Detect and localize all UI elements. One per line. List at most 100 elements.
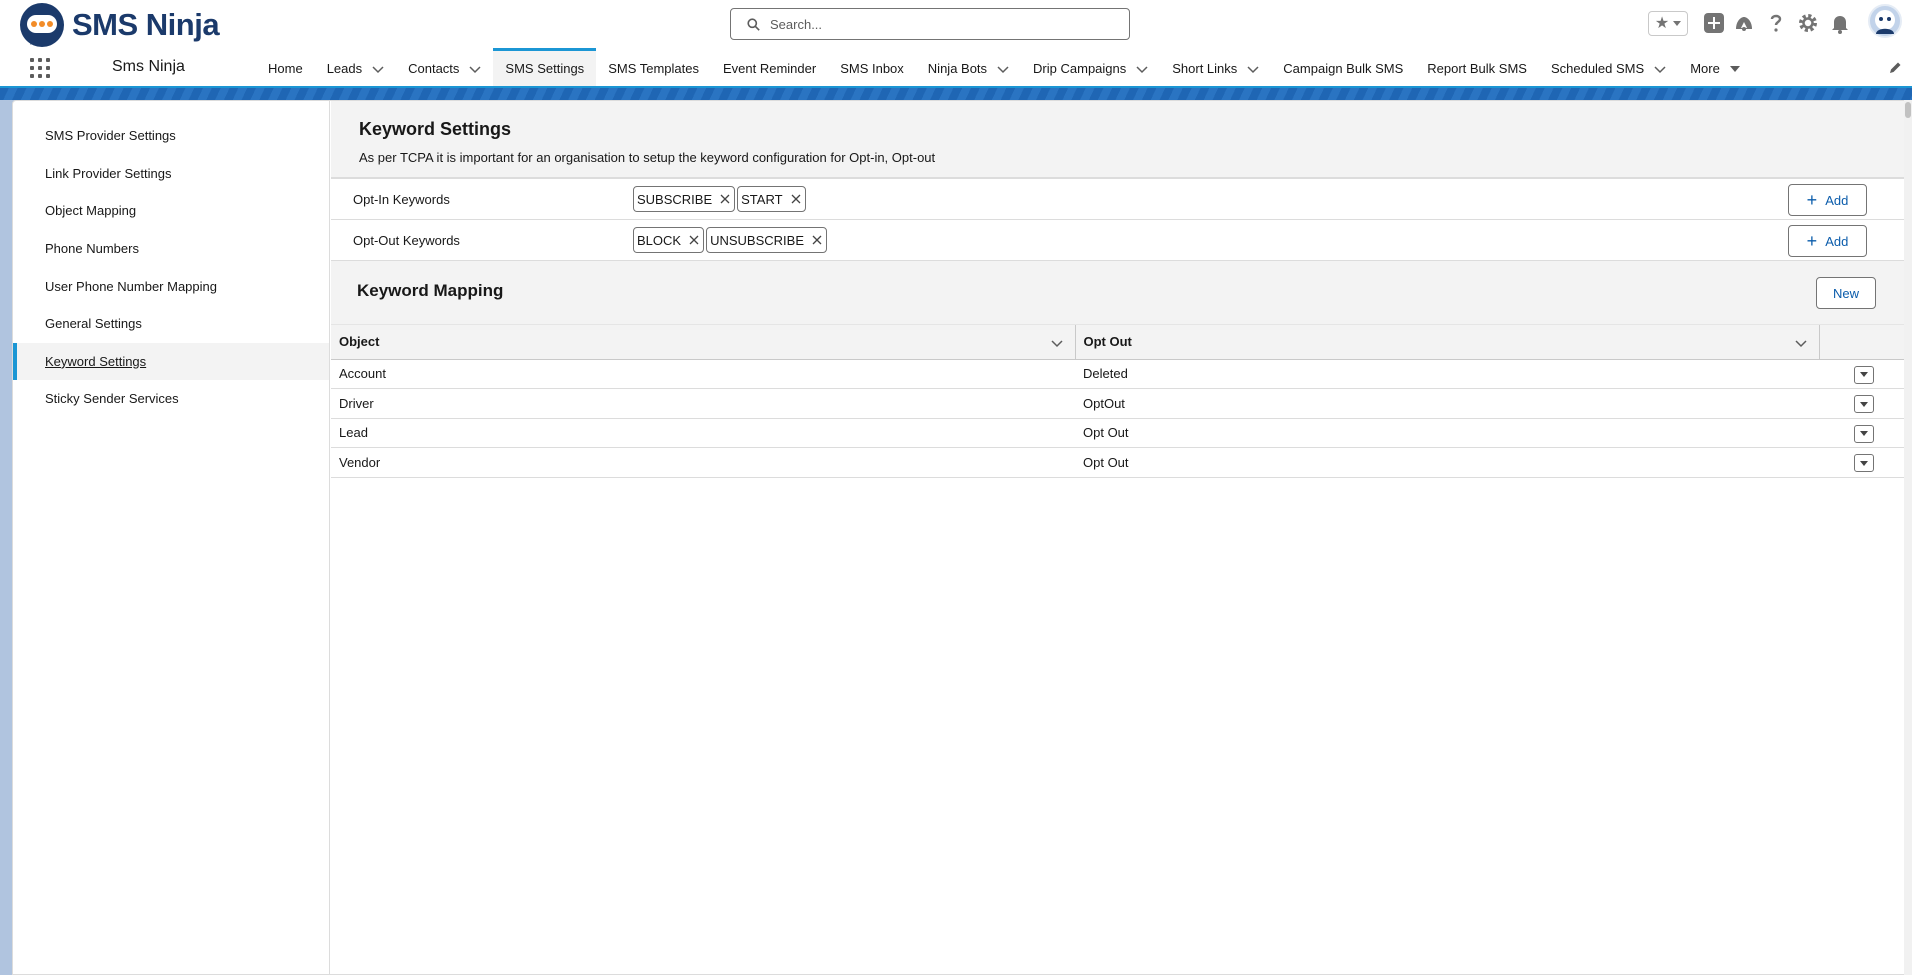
app-launcher-icon[interactable] [30, 58, 50, 78]
close-icon[interactable] [720, 194, 730, 204]
sidebar-item-object-mapping[interactable]: Object Mapping [13, 192, 329, 230]
chevron-down-icon[interactable] [1794, 337, 1807, 349]
row-actions-menu-button[interactable] [1854, 395, 1874, 413]
keyword-settings-header: Keyword Settings As per TCPA it is impor… [331, 101, 1908, 179]
favorites-caret-icon [1673, 21, 1682, 26]
cell-actions [1819, 359, 1908, 389]
nav-item-sms-settings[interactable]: SMS Settings [493, 48, 597, 86]
chevron-down-icon[interactable] [1050, 337, 1063, 349]
row-actions-menu-button[interactable] [1854, 424, 1874, 443]
nav-item-home[interactable]: Home [256, 48, 315, 86]
caret-down-icon [1860, 372, 1868, 377]
chevron-down-icon[interactable] [372, 63, 384, 75]
chevron-down-icon[interactable] [1654, 63, 1666, 75]
global-actions-button[interactable] [1702, 11, 1726, 35]
nav-item-drip-campaigns[interactable]: Drip Campaigns [1021, 48, 1160, 86]
nav-item-short-links[interactable]: Short Links [1160, 48, 1271, 86]
plus-icon: + [1806, 231, 1818, 251]
avatar-icon [1875, 10, 1895, 34]
opt-out-keyword-pills: BLOCK UNSUBSCRIBE [633, 227, 827, 253]
row-actions-menu-button[interactable] [1854, 454, 1874, 472]
nav-item-sms-templates[interactable]: SMS Templates [596, 48, 711, 86]
nav-item-ninja-bots[interactable]: Ninja Bots [916, 48, 1021, 86]
close-icon[interactable] [791, 194, 801, 204]
global-header: SMS Ninja ★ Sms Ninja Home Leads Contact… [0, 0, 1912, 86]
nav-item-sms-inbox[interactable]: SMS Inbox [828, 48, 916, 86]
keyword-settings-content: Keyword Settings As per TCPA it is impor… [331, 101, 1908, 975]
cell-opt-out: OptOut [1075, 388, 1819, 419]
column-header-opt-out[interactable]: Opt Out [1075, 325, 1820, 360]
opt-out-keywords-row: Opt-Out Keywords BLOCK UNSUBSCRIBE + Add [331, 220, 1908, 261]
page-title: Keyword Settings [359, 119, 512, 139]
caret-down-icon [1860, 401, 1868, 407]
cell-object: Vendor [331, 447, 1075, 478]
caret-down-icon [1860, 431, 1868, 436]
nav-item-campaign-bulk-sms[interactable]: Campaign Bulk SMS [1271, 48, 1415, 86]
caret-down-icon [1729, 65, 1740, 72]
app-nav: Home Leads Contacts SMS Settings SMS Tem… [256, 48, 1752, 86]
cell-opt-out: Deleted [1075, 359, 1819, 389]
add-opt-out-keyword-button[interactable]: + Add [1788, 225, 1867, 257]
settings-card: SMS Provider Settings Link Provider Sett… [12, 100, 1908, 975]
settings-sidebar: SMS Provider Settings Link Provider Sett… [13, 101, 330, 975]
keyword-pill: SUBSCRIBE [633, 186, 736, 212]
app-name: Sms Ninja [112, 58, 185, 75]
plus-icon: + [1806, 190, 1818, 210]
close-icon[interactable] [812, 235, 822, 245]
cell-opt-out: Opt Out [1075, 447, 1819, 478]
opt-in-keywords-row: Opt-In Keywords SUBSCRIBE START + Add [331, 179, 1908, 220]
row-actions-menu-button[interactable] [1854, 365, 1874, 384]
table-row: Vendor Opt Out [331, 447, 1908, 478]
setup-button[interactable] [1796, 11, 1820, 35]
table-header-row: Object Opt Out [331, 325, 1908, 360]
new-mapping-button[interactable]: New [1816, 277, 1876, 309]
cell-object: Driver [331, 388, 1075, 419]
column-header-object[interactable]: Object [331, 325, 1076, 360]
header-band [0, 86, 1912, 100]
nav-item-leads[interactable]: Leads [315, 48, 396, 86]
sidebar-item-phone-numbers[interactable]: Phone Numbers [13, 230, 329, 268]
sms-ninja-logo[interactable]: SMS Ninja [20, 3, 220, 47]
cell-actions [1819, 388, 1908, 419]
caret-down-icon [1860, 460, 1868, 466]
scrollbar-thumb[interactable] [1905, 102, 1911, 118]
chevron-down-icon[interactable] [997, 63, 1009, 75]
keyword-pill: UNSUBSCRIBE [706, 227, 827, 253]
sidebar-item-link-provider-settings[interactable]: Link Provider Settings [13, 155, 329, 193]
add-opt-in-keyword-button[interactable]: + Add [1788, 184, 1867, 216]
page-description: As per TCPA it is important for an organ… [359, 150, 936, 165]
notifications-button[interactable] [1828, 11, 1852, 35]
logo-bubble-icon [20, 3, 64, 47]
sidebar-item-sms-provider-settings[interactable]: SMS Provider Settings [13, 117, 329, 155]
nav-item-contacts[interactable]: Contacts [396, 48, 493, 86]
sidebar-item-sticky-sender-services[interactable]: Sticky Sender Services [13, 380, 329, 418]
nav-item-more[interactable]: More [1678, 48, 1752, 86]
nav-item-event-reminder[interactable]: Event Reminder [711, 48, 828, 86]
search-icon [747, 17, 760, 31]
search-input[interactable] [770, 16, 1110, 32]
trailhead-icon [1736, 17, 1752, 31]
help-button[interactable] [1764, 11, 1788, 35]
opt-in-keyword-pills: SUBSCRIBE START [633, 186, 806, 212]
cell-actions [1819, 447, 1908, 478]
nav-item-scheduled-sms[interactable]: Scheduled SMS [1539, 48, 1678, 86]
chevron-down-icon[interactable] [469, 63, 481, 75]
edit-pencil-icon[interactable] [1888, 61, 1902, 75]
sidebar-item-general-settings[interactable]: General Settings [13, 305, 329, 343]
close-icon[interactable] [689, 235, 699, 245]
favorites-star-icon: ★ [1654, 14, 1670, 32]
user-avatar[interactable] [1868, 4, 1902, 38]
favorites-button[interactable]: ★ [1648, 11, 1688, 36]
cell-opt-out: Opt Out [1075, 418, 1819, 448]
sidebar-item-user-phone-number-mapping[interactable]: User Phone Number Mapping [13, 267, 329, 305]
scrollbar-track[interactable] [1904, 100, 1912, 975]
chevron-down-icon[interactable] [1247, 63, 1259, 75]
global-search[interactable] [730, 8, 1130, 40]
sidebar-item-keyword-settings[interactable]: Keyword Settings [13, 342, 329, 381]
chevron-down-icon[interactable] [1136, 63, 1148, 75]
trailhead-button[interactable] [1732, 11, 1756, 35]
help-icon [1770, 14, 1782, 32]
keyword-mapping-header: Keyword Mapping New [331, 261, 1908, 325]
nav-item-report-bulk-sms[interactable]: Report Bulk SMS [1415, 48, 1539, 86]
cell-object: Lead [331, 418, 1075, 448]
